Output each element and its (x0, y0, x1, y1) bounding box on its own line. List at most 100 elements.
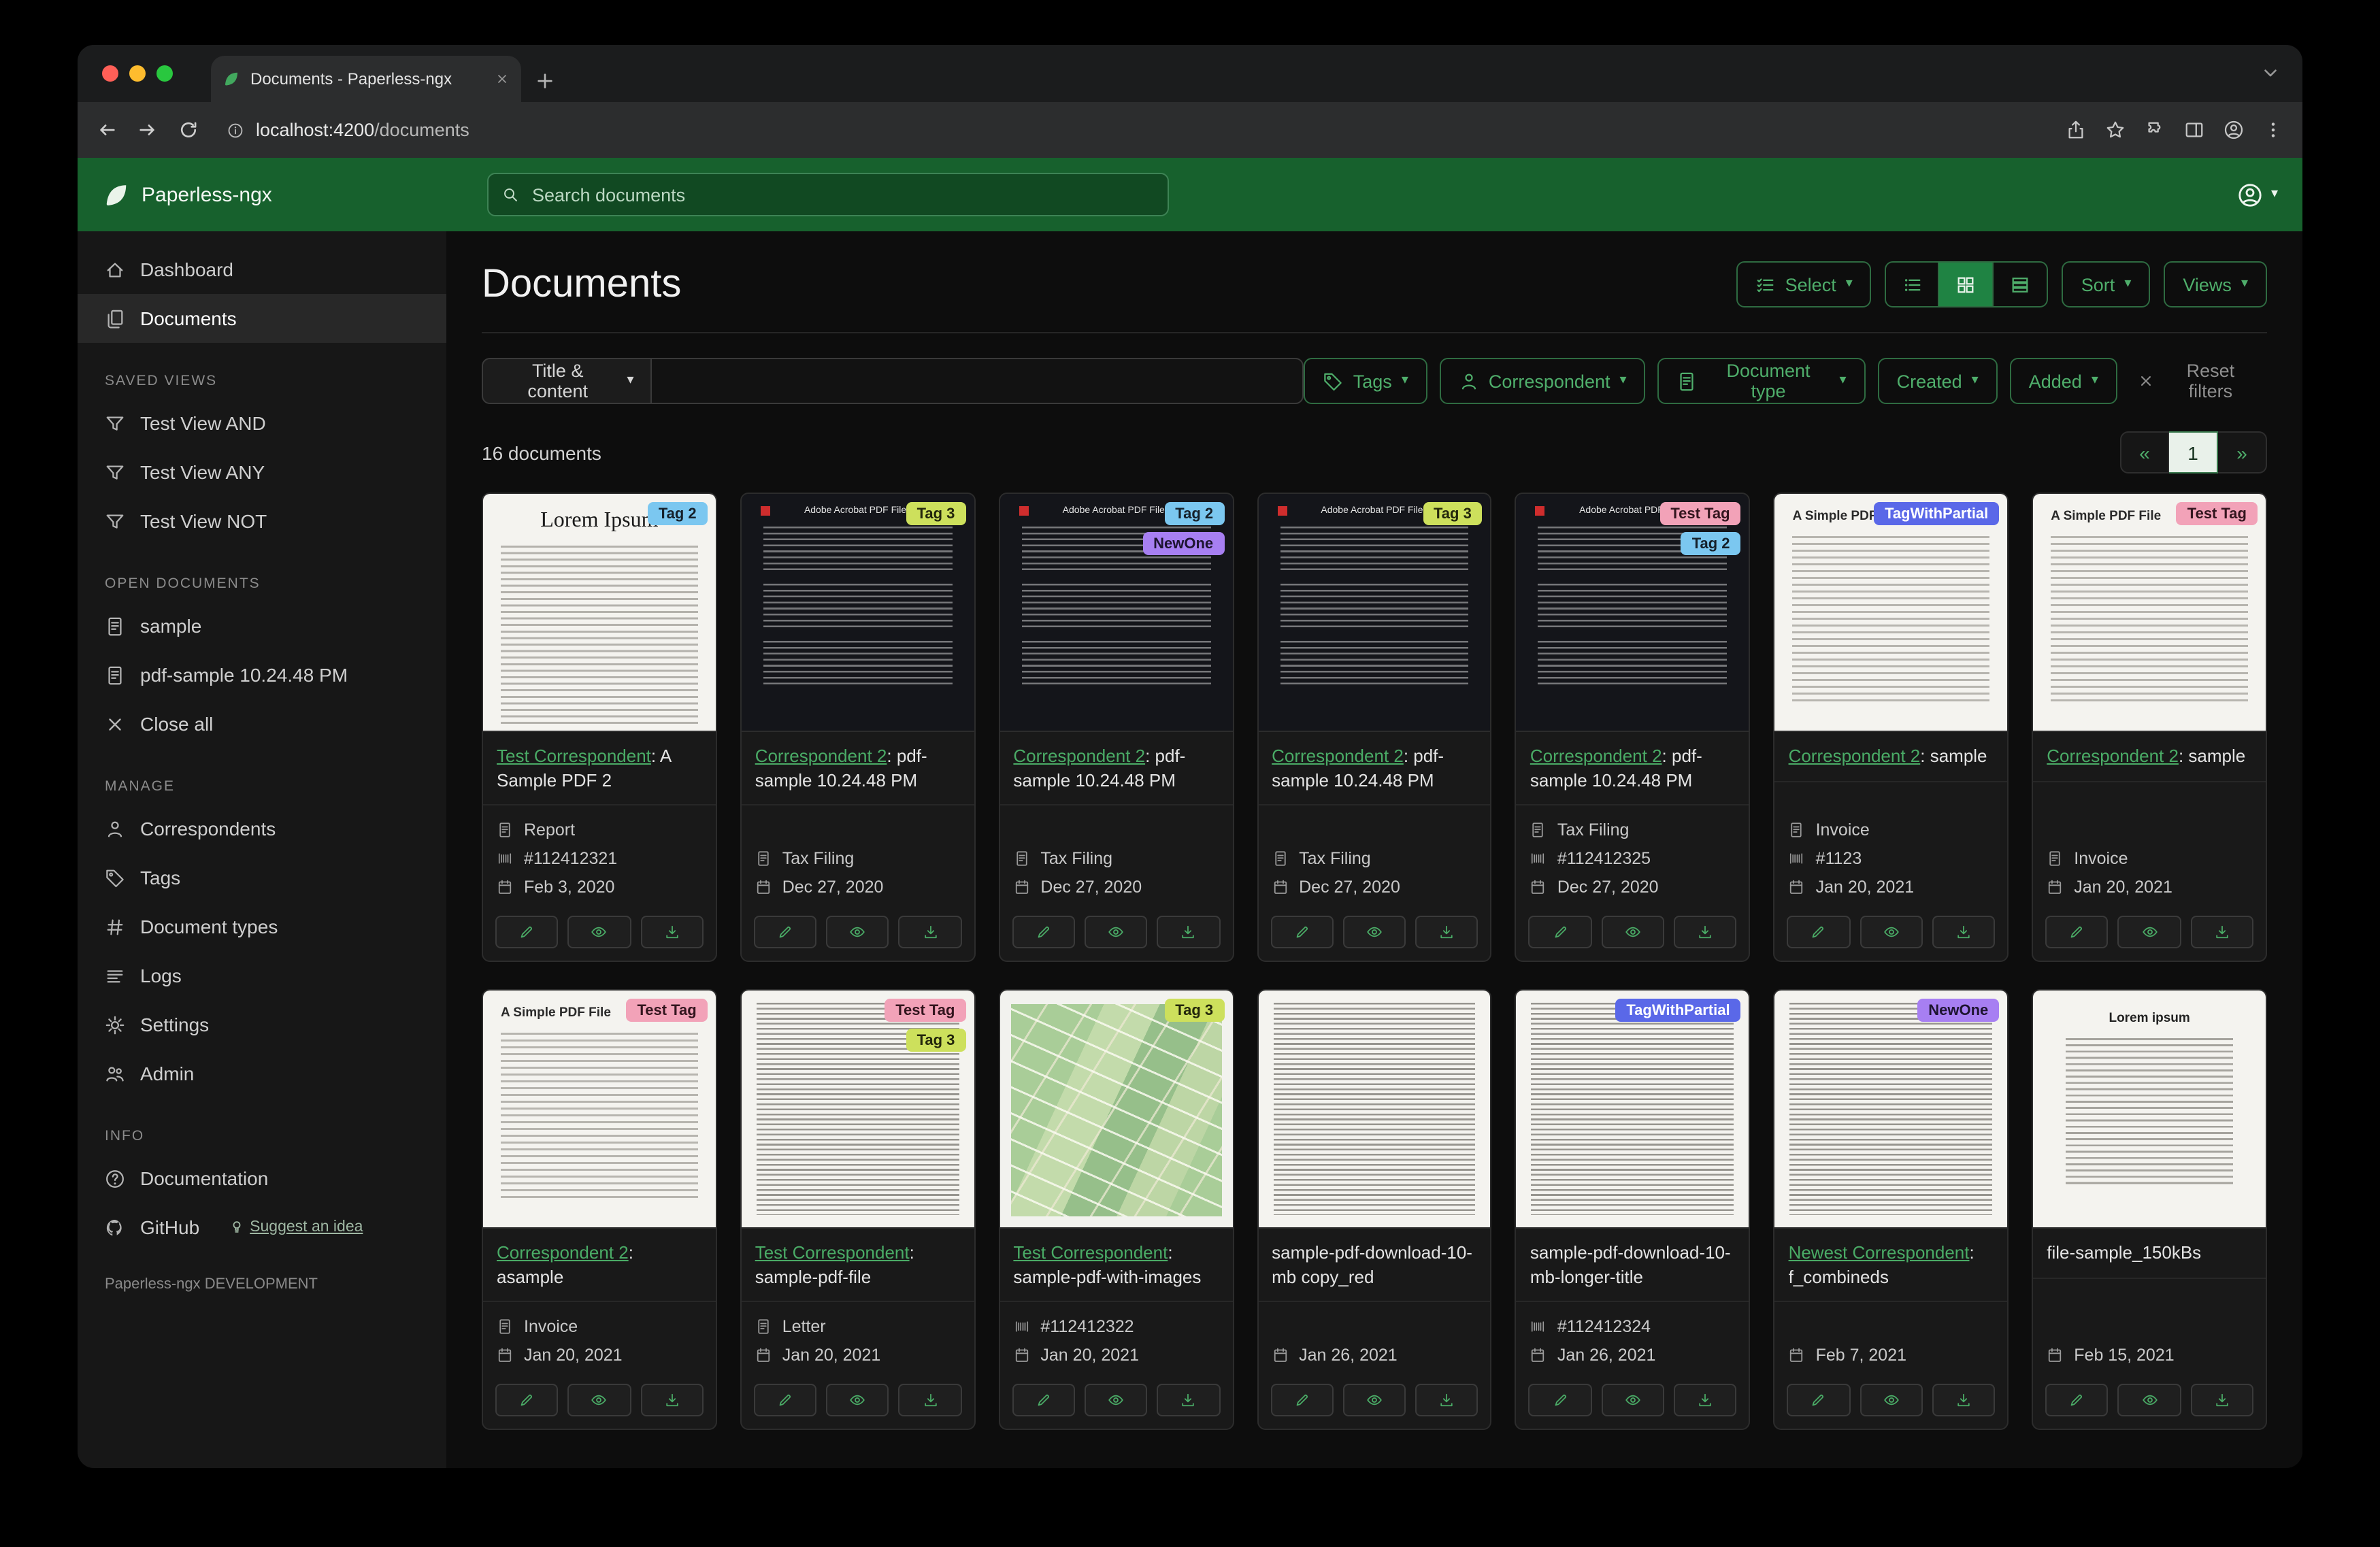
preview-button[interactable] (1084, 916, 1148, 949)
search-input[interactable] (529, 183, 1154, 206)
sidebar-item-sample[interactable]: sample (78, 601, 446, 650)
sidebar-item-dashboard[interactable]: Dashboard (78, 245, 446, 294)
edit-button[interactable] (1787, 1384, 1851, 1417)
download-button[interactable] (1932, 1384, 1996, 1417)
document-thumbnail[interactable]: Adobe Acrobat PDF Files Tag 3 (741, 494, 974, 732)
address-bar[interactable]: localhost:4200/documents (219, 110, 2045, 150)
sidebar-item-logs[interactable]: Logs (78, 951, 446, 1000)
sidebar-item-test-view-and[interactable]: Test View AND (78, 399, 446, 448)
tag-badge-tag-3[interactable]: Tag 3 (1164, 999, 1225, 1022)
new-tab-button[interactable] (535, 71, 555, 91)
tag-badge-newone[interactable]: NewOne (1142, 532, 1225, 555)
tab-list-chevron-icon[interactable] (2260, 63, 2281, 83)
edit-button[interactable] (1528, 1384, 1592, 1417)
zoom-window-button[interactable] (156, 65, 173, 82)
correspondent-link[interactable]: Correspondent 2 (497, 1242, 629, 1263)
edit-button[interactable] (1787, 916, 1851, 949)
document-title[interactable]: Test Correspondent: sample-pdf-file (755, 1241, 961, 1288)
edit-button[interactable] (1270, 1384, 1334, 1417)
added-filter-button[interactable]: Added ▾ (2009, 358, 2117, 404)
browser-profile-icon[interactable] (2224, 120, 2244, 140)
close-window-button[interactable] (102, 65, 118, 82)
document-title[interactable]: Correspondent 2: sample (2047, 744, 2252, 768)
document-title[interactable]: Correspondent 2: asample (497, 1241, 702, 1288)
correspondent-link[interactable]: Correspondent 2 (1013, 746, 1145, 766)
document-thumbnail[interactable]: Tag 3 (999, 991, 1233, 1229)
preview-button[interactable] (1342, 916, 1406, 949)
document-thumbnail[interactable]: Adobe Acrobat PDF Files Test Tag Tag 2 (1516, 494, 1749, 732)
edit-button[interactable] (2045, 916, 2109, 949)
browser-menu-icon[interactable] (2263, 120, 2283, 140)
tag-badge-test-tag[interactable]: Test Tag (2176, 502, 2258, 525)
download-button[interactable] (2190, 1384, 2253, 1417)
tab-close-icon[interactable] (495, 72, 509, 86)
tag-badge-tag-2[interactable]: Tag 2 (1164, 502, 1225, 525)
view-mode-grid-button[interactable] (1939, 261, 1994, 307)
preview-button[interactable] (1860, 916, 1923, 949)
user-menu[interactable]: ▾ (2237, 158, 2278, 231)
correspondent-link[interactable]: Newest Correspondent (1789, 1242, 1970, 1263)
preview-button[interactable] (826, 1384, 889, 1417)
document-thumbnail[interactable]: A Simple PDF File Test Tag (2033, 494, 2266, 732)
preview-button[interactable] (1084, 1384, 1148, 1417)
edit-button[interactable] (753, 916, 817, 949)
sidebar-item-settings[interactable]: Settings (78, 1000, 446, 1049)
title-content-input[interactable] (651, 358, 1304, 404)
download-button[interactable] (898, 1384, 962, 1417)
document-thumbnail[interactable]: Lorem Ipsum Tag 2 (483, 494, 716, 732)
document-thumbnail[interactable]: Adobe Acrobat PDF Files Tag 3 (1258, 494, 1491, 732)
preview-button[interactable] (2117, 1384, 2181, 1417)
preview-button[interactable] (1342, 1384, 1406, 1417)
forward-button[interactable] (137, 120, 158, 140)
document-thumbnail[interactable]: Test Tag Tag 3 (741, 991, 974, 1229)
edit-button[interactable] (2045, 1384, 2109, 1417)
tag-badge-test-tag[interactable]: Test Tag (1659, 502, 1741, 525)
title-content-dropdown[interactable]: Title & content ▾ (482, 358, 652, 404)
document-title[interactable]: Newest Correspondent: f_combineds (1789, 1241, 1994, 1288)
correspondent-link[interactable]: Test Correspondent (1013, 1242, 1168, 1263)
download-button[interactable] (898, 916, 962, 949)
document-title[interactable]: Correspondent 2: pdf-sample 10.24.48 PM (755, 744, 961, 792)
document-thumbnail[interactable]: Adobe Acrobat PDF Files Tag 2 NewOne (999, 494, 1233, 732)
sidebar-item-document-types[interactable]: Document types (78, 902, 446, 951)
document-title[interactable]: Correspondent 2: sample (1789, 744, 1994, 768)
download-button[interactable] (2190, 916, 2253, 949)
correspondent-link[interactable]: Correspondent 2 (1272, 746, 1404, 766)
download-button[interactable] (640, 1384, 704, 1417)
bookmark-star-icon[interactable] (2105, 120, 2126, 140)
correspondent-filter-button[interactable]: Correspondent ▾ (1439, 358, 1646, 404)
view-mode-details-button[interactable] (1994, 261, 2049, 307)
minimize-window-button[interactable] (129, 65, 146, 82)
document-thumbnail[interactable]: Lorem ipsum (2033, 991, 2266, 1229)
document-title[interactable]: Correspondent 2: pdf-sample 10.24.48 PM (1272, 744, 1477, 792)
sidebar-item-correspondents[interactable]: Correspondents (78, 804, 446, 853)
edit-button[interactable] (1012, 916, 1075, 949)
extensions-icon[interactable] (2145, 120, 2165, 140)
document-title[interactable]: file-sample_150kBs (2047, 1241, 2252, 1265)
document-thumbnail[interactable]: A Simple PDF File Test Tag (483, 991, 716, 1229)
pagination-prev-button[interactable]: « (2120, 431, 2169, 473)
preview-button[interactable] (2117, 916, 2181, 949)
document-thumbnail[interactable]: TagWithPartial (1516, 991, 1749, 1229)
correspondent-link[interactable]: Test Correspondent (755, 1242, 910, 1263)
sort-button[interactable]: Sort ▾ (2062, 261, 2151, 307)
tag-badge-tag-3[interactable]: Tag 3 (1423, 502, 1483, 525)
side-panel-icon[interactable] (2184, 120, 2204, 140)
preview-button[interactable] (1601, 1384, 1664, 1417)
download-button[interactable] (1415, 1384, 1478, 1417)
sidebar-item-documents[interactable]: Documents (78, 294, 446, 343)
tag-badge-tag-3[interactable]: Tag 3 (906, 502, 966, 525)
pagination-page-1[interactable]: 1 (2169, 431, 2218, 473)
sidebar-item-tags[interactable]: Tags (78, 853, 446, 902)
download-button[interactable] (1157, 916, 1221, 949)
tag-badge-tag-2[interactable]: Tag 2 (647, 502, 708, 525)
site-info-icon[interactable] (227, 122, 244, 138)
sidebar-item-close-all[interactable]: Close all (78, 699, 446, 748)
suggest-idea-link[interactable]: Suggest an idea (228, 1219, 363, 1235)
correspondent-link[interactable]: Correspondent 2 (1789, 746, 1921, 766)
edit-button[interactable] (1528, 916, 1592, 949)
sidebar-item-test-view-any[interactable]: Test View ANY (78, 448, 446, 497)
document-type-filter-button[interactable]: Document type ▾ (1657, 358, 1866, 404)
document-thumbnail[interactable] (1258, 991, 1491, 1229)
share-icon[interactable] (2066, 120, 2086, 140)
